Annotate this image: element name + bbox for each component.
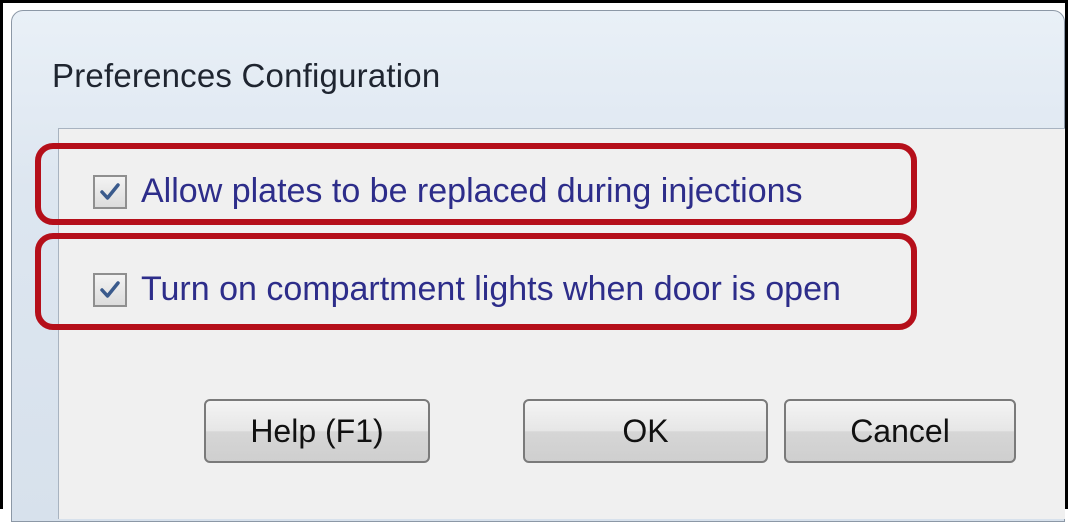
ok-button[interactable]: OK — [523, 399, 768, 463]
compartment-lights-option[interactable]: Turn on compartment lights when door is … — [93, 270, 901, 309]
compartment-lights-label: Turn on compartment lights when door is … — [141, 270, 841, 308]
cancel-button[interactable]: Cancel — [784, 399, 1016, 463]
help-button[interactable]: Help (F1) — [204, 399, 430, 463]
compartment-lights-label-clip: Turn on compartment lights when door is … — [141, 270, 901, 309]
allow-plate-replacement-option[interactable]: Allow plates to be replaced during injec… — [93, 172, 803, 211]
dialog-title: Preferences Configuration — [52, 57, 441, 94]
checkmark-icon — [100, 280, 120, 298]
compartment-lights-checkbox[interactable] — [93, 272, 127, 307]
allow-plate-replacement-label: Allow plates to be replaced during injec… — [141, 172, 803, 210]
checkmark-icon — [100, 182, 120, 200]
allow-plate-replacement-checkbox[interactable] — [93, 174, 127, 209]
